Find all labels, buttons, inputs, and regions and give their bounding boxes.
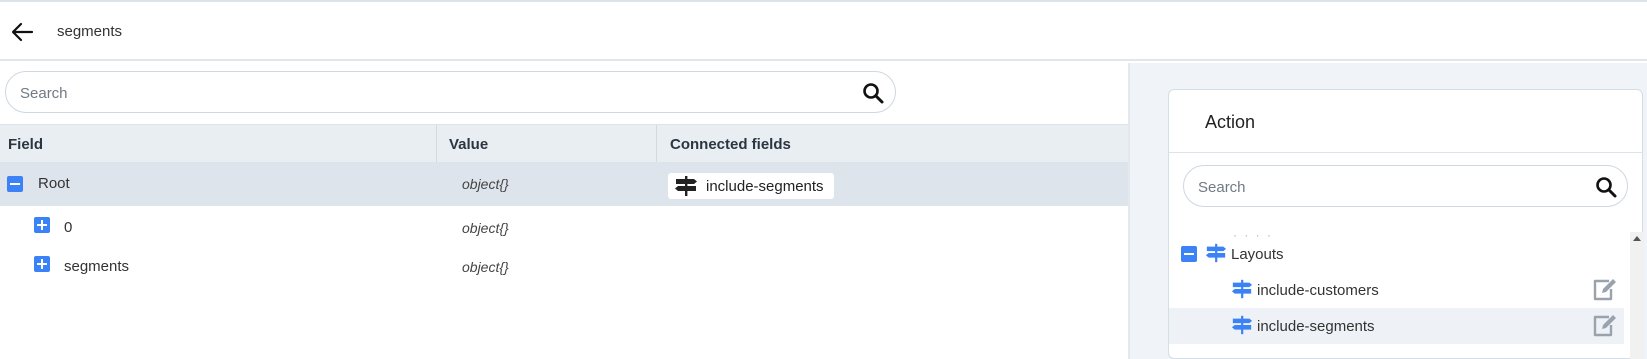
field-value: object{}: [462, 259, 509, 275]
table-row[interactable]: Root object{} include-segments: [0, 162, 1128, 206]
arrow-left-icon: [11, 22, 34, 42]
tree-item-include-customers[interactable]: include-customers: [1169, 272, 1624, 308]
collapse-icon[interactable]: [7, 176, 23, 192]
expand-icon[interactable]: [34, 217, 50, 233]
action-tree: · · · · Layouts include-customers includ…: [1169, 228, 1642, 358]
tree-item-label: include-segments: [1257, 318, 1375, 335]
field-search-box: [5, 71, 896, 113]
edit-button[interactable]: [1592, 314, 1618, 338]
search-icon: [1596, 177, 1617, 198]
column-resizer[interactable]: [656, 125, 657, 165]
divider: [1169, 152, 1642, 153]
action-search-box: [1183, 165, 1628, 207]
edit-icon: [1593, 315, 1616, 337]
edit-button[interactable]: [1592, 278, 1618, 302]
signpost-icon: [1231, 279, 1253, 299]
tree-group-label: Layouts: [1231, 246, 1284, 263]
column-header-field[interactable]: Field: [8, 136, 43, 153]
table-header: Field Value Connected fields: [0, 124, 1128, 165]
page-title: segments: [57, 23, 123, 40]
search-icon: [863, 83, 884, 104]
connected-field-label: include-segments: [706, 177, 824, 195]
search-button[interactable]: [861, 81, 885, 105]
scroll-up-icon[interactable]: [1633, 236, 1641, 241]
signpost-icon: [675, 176, 697, 196]
tree-item-label: include-customers: [1257, 282, 1379, 299]
field-name: 0: [64, 219, 73, 236]
expand-icon[interactable]: [34, 256, 50, 272]
connected-field-chip[interactable]: include-segments: [668, 173, 834, 199]
field-value: object{}: [462, 176, 509, 192]
tree-scrollbar[interactable]: [1630, 232, 1644, 359]
action-panel: Action · · · · Layouts: [1168, 89, 1643, 359]
edit-icon: [1593, 279, 1616, 301]
column-header-value[interactable]: Value: [449, 136, 488, 153]
table-row[interactable]: segments object{}: [0, 245, 1128, 289]
search-button[interactable]: [1594, 175, 1618, 199]
column-header-connected-fields[interactable]: Connected fields: [670, 136, 791, 153]
tree-group-layouts[interactable]: Layouts: [1169, 236, 1624, 272]
action-panel-title: Action: [1205, 112, 1256, 132]
page-header: segments: [0, 2, 1647, 61]
column-resizer[interactable]: [436, 125, 437, 165]
field-name: segments: [64, 258, 130, 275]
signpost-icon: [1231, 315, 1253, 335]
field-search-input[interactable]: [20, 82, 840, 104]
action-search-input[interactable]: [1198, 176, 1578, 198]
signpost-icon: [1205, 243, 1227, 263]
fields-panel: Field Value Connected fields Root object…: [0, 63, 1128, 359]
tree-item-include-segments[interactable]: include-segments: [1169, 308, 1624, 344]
collapse-icon[interactable]: [1181, 246, 1197, 262]
back-button[interactable]: [10, 20, 36, 44]
table-row[interactable]: 0 object{}: [0, 206, 1128, 250]
field-name: Root: [38, 175, 70, 192]
field-value: object{}: [462, 220, 509, 236]
